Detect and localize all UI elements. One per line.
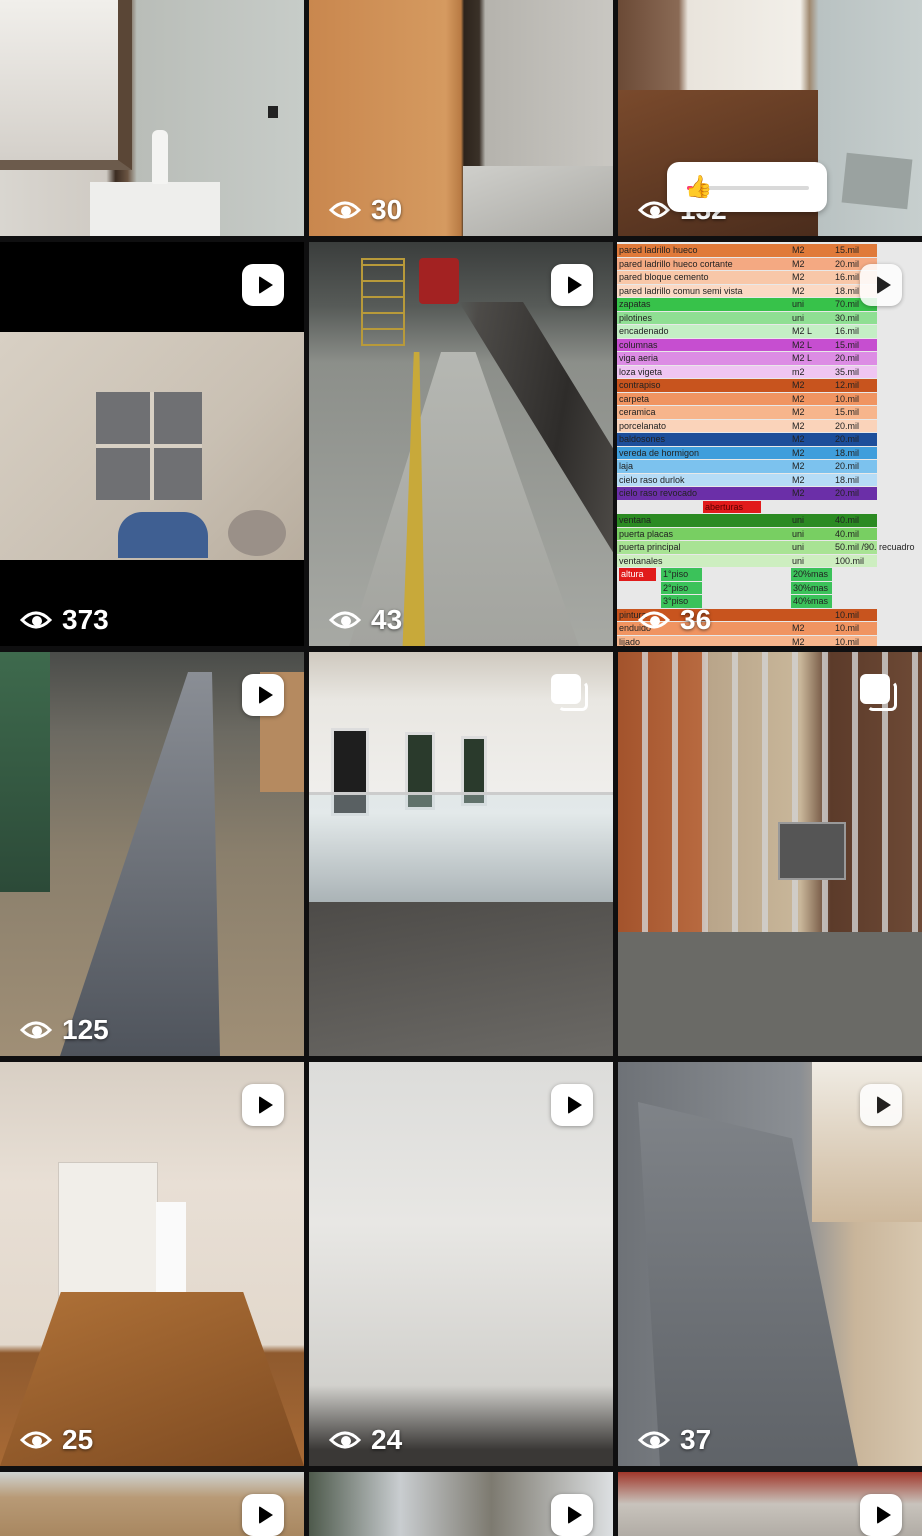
carousel-badge <box>860 674 902 716</box>
mailbox <box>778 822 846 880</box>
reel-badge <box>551 1084 593 1126</box>
wood-floor <box>309 902 613 1056</box>
carousel-icon-back <box>867 681 897 711</box>
post-tile[interactable]: 25 <box>0 1062 304 1466</box>
view-count: 36 <box>638 604 711 636</box>
play-icon <box>258 276 273 294</box>
green-wall <box>0 652 50 892</box>
train <box>419 258 459 304</box>
jeans-feet <box>118 512 208 558</box>
play-icon <box>258 1506 273 1524</box>
granite-tiles <box>96 392 202 500</box>
eye-icon <box>638 611 670 629</box>
reel-badge <box>551 264 593 306</box>
view-count: 37 <box>638 1424 711 1456</box>
ground <box>618 932 922 1056</box>
view-count: 373 <box>20 604 109 636</box>
post-tile[interactable]: 37 <box>618 1062 922 1466</box>
view-count: 30 <box>329 194 402 226</box>
reel-badge <box>242 1494 284 1536</box>
play-icon <box>258 1096 273 1114</box>
doorway <box>156 1202 186 1292</box>
view-count: 125 <box>20 1014 109 1046</box>
eye-icon <box>638 201 670 219</box>
eye-icon <box>20 611 52 629</box>
carousel-badge <box>551 674 593 716</box>
play-icon <box>876 1096 891 1114</box>
eye-icon <box>329 201 361 219</box>
post-tile[interactable]: 373 <box>0 242 304 646</box>
thumbs-up-icon: 👍 <box>685 174 713 199</box>
view-count-label: 25 <box>62 1424 94 1455</box>
view-count: 43 <box>329 604 402 636</box>
post-tile[interactable] <box>0 0 304 236</box>
reel-badge <box>551 1494 593 1536</box>
play-icon <box>258 686 273 704</box>
reel-badge <box>242 674 284 716</box>
post-tile[interactable] <box>309 1472 613 1536</box>
scaffold <box>361 258 405 346</box>
reel-badge <box>860 1494 902 1536</box>
view-count-label: 373 <box>62 604 109 635</box>
white-block <box>90 182 220 236</box>
reel-badge <box>242 264 284 306</box>
reel-badge <box>860 1084 902 1126</box>
post-tile[interactable]: 30 <box>309 0 613 236</box>
view-count-label: 37 <box>680 1424 712 1455</box>
view-count: 25 <box>20 1424 93 1456</box>
post-tile[interactable]: 36 <box>618 242 922 646</box>
eye-icon <box>638 1431 670 1449</box>
reel-badge <box>242 1084 284 1126</box>
view-count-label: 36 <box>680 604 712 635</box>
eye-icon <box>20 1021 52 1039</box>
play-icon <box>567 276 582 294</box>
reel-badge <box>860 264 902 306</box>
post-tile[interactable] <box>0 1472 304 1536</box>
floor-tiles <box>463 166 613 236</box>
post-tile[interactable]: 125 <box>0 652 304 1056</box>
view-count-label: 43 <box>371 604 403 635</box>
view-count: 24 <box>329 1424 402 1456</box>
play-icon <box>876 1506 891 1524</box>
view-count-label: 125 <box>62 1014 109 1045</box>
profile-post-grid: 30 132 👍 373 <box>0 0 922 1536</box>
bottle <box>152 130 168 184</box>
view-count-label: 30 <box>371 194 403 225</box>
wall-plate <box>841 152 913 210</box>
post-tile[interactable]: 24 <box>309 1062 613 1466</box>
play-icon <box>876 276 891 294</box>
play-icon <box>567 1096 582 1114</box>
tile-divider <box>150 392 154 500</box>
eye-icon <box>329 611 361 629</box>
view-count-label: 24 <box>371 1424 403 1455</box>
post-tile[interactable] <box>618 652 922 1056</box>
carousel-icon-back <box>558 681 588 711</box>
post-tile[interactable]: 43 <box>309 242 613 646</box>
play-icon <box>567 1506 582 1524</box>
eye-icon <box>329 1431 361 1449</box>
bucket <box>228 510 286 556</box>
light-switch <box>268 106 278 118</box>
eye-icon <box>20 1431 52 1449</box>
post-tile[interactable] <box>309 652 613 1056</box>
wardrobe <box>58 1162 158 1310</box>
post-tile[interactable] <box>618 1472 922 1536</box>
glass-railing <box>309 792 613 905</box>
window-frame <box>0 0 132 170</box>
emoji-slider-sticker: 👍 <box>667 162 827 212</box>
